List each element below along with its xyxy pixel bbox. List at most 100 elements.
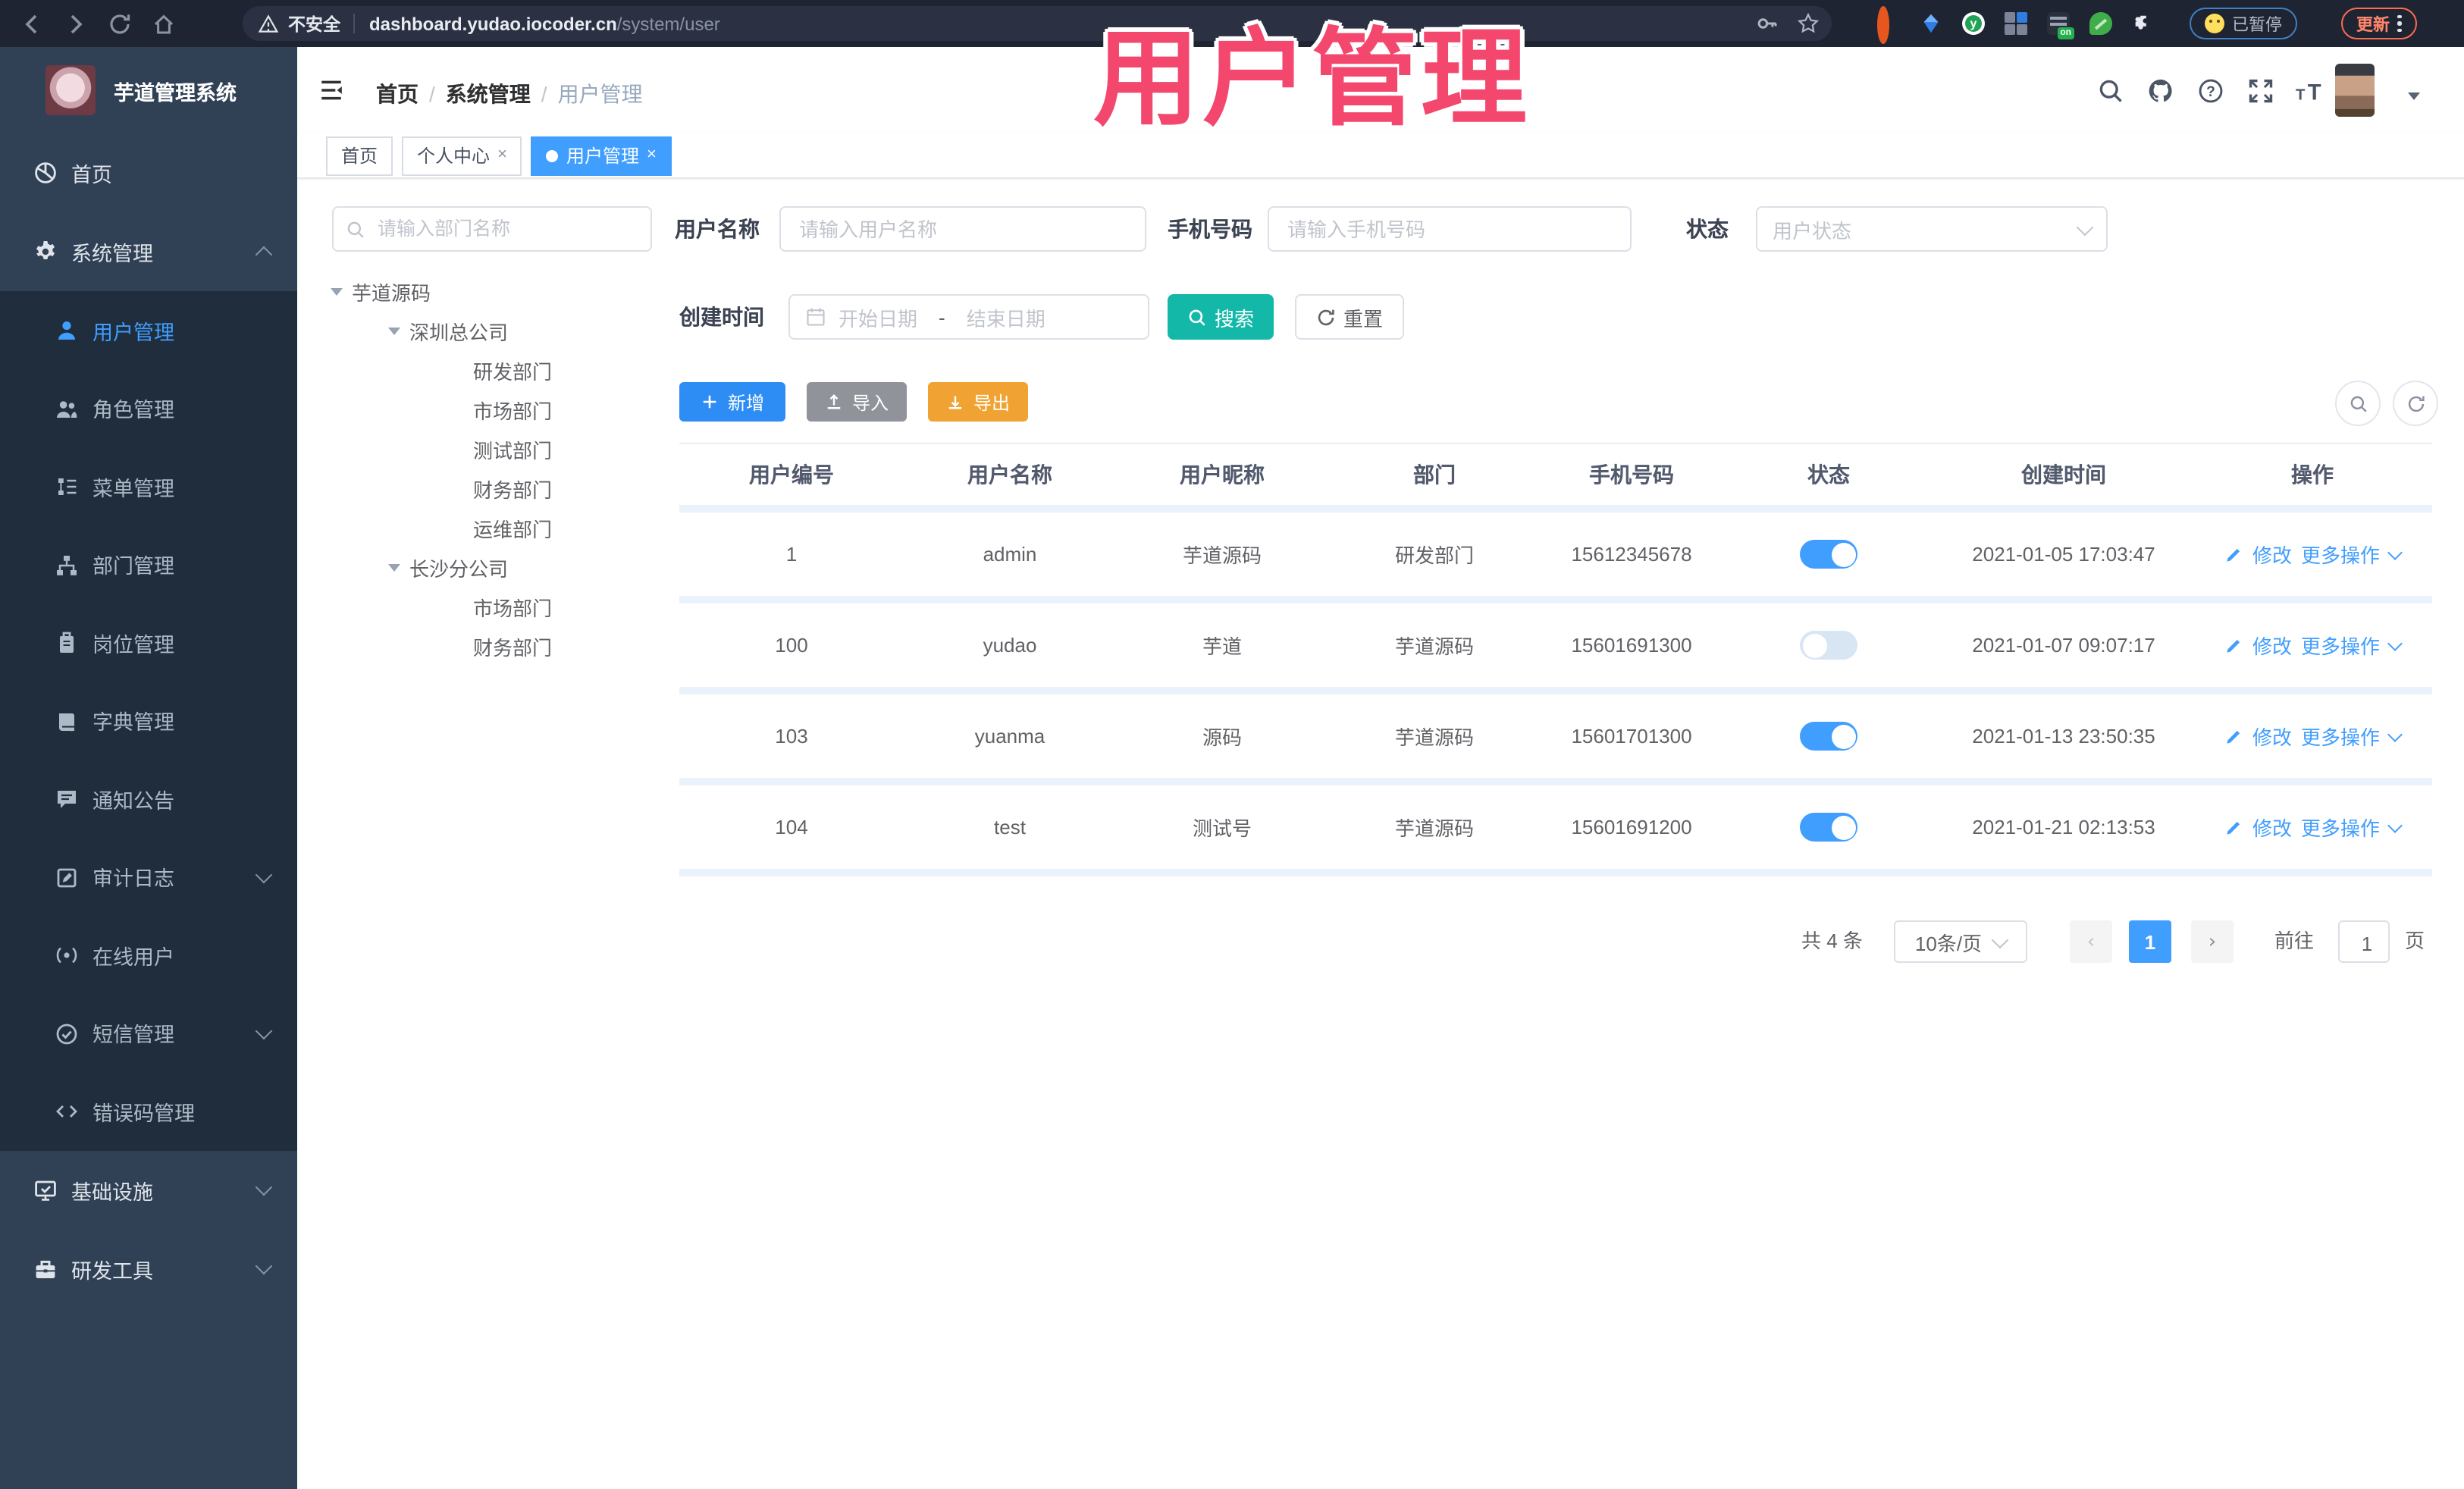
- tree-node-运维部门[interactable]: 运维部门: [321, 508, 655, 547]
- close-icon[interactable]: ×: [647, 146, 657, 164]
- add-button[interactable]: 新增: [679, 382, 785, 422]
- extension-gem-icon[interactable]: [1920, 12, 1942, 35]
- address-bar[interactable]: 不安全 dashboard.yudao.iocoder.cn /system/u…: [243, 6, 1832, 41]
- close-icon[interactable]: ×: [497, 146, 507, 164]
- prev-page-button[interactable]: ‹: [2070, 920, 2112, 963]
- sidebar-item-菜单管理[interactable]: 菜单管理: [0, 447, 297, 525]
- sidebar-item-基础设施[interactable]: 基础设施: [0, 1150, 297, 1229]
- date-end-placeholder[interactable]: 结束日期: [967, 303, 1045, 331]
- sidebar-item-错误码管理[interactable]: 错误码管理: [0, 1072, 297, 1150]
- extension-squares-icon[interactable]: [2005, 12, 2027, 35]
- key-icon[interactable]: [1756, 12, 1779, 35]
- app-title: 芋道管理系统: [114, 81, 237, 104]
- status-select[interactable]: 用户状态: [1756, 206, 2108, 252]
- expand-caret-icon[interactable]: [388, 327, 400, 334]
- tab-个人中心[interactable]: 个人中心 ×: [402, 136, 522, 175]
- back-icon[interactable]: [20, 11, 44, 36]
- breadcrumb-item[interactable]: 系统管理: [446, 82, 531, 106]
- status-toggle[interactable]: [1800, 540, 1857, 569]
- extensions-puzzle-icon[interactable]: [2132, 12, 2155, 35]
- sidebar-item-研发工具[interactable]: 研发工具: [0, 1229, 297, 1308]
- edit-action[interactable]: 修改: [2252, 540, 2292, 569]
- sidebar-logo-row[interactable]: 芋道管理系统: [0, 47, 297, 133]
- more-actions[interactable]: 更多操作: [2301, 540, 2380, 569]
- username-field[interactable]: [779, 206, 1146, 252]
- sidebar-item-字典管理[interactable]: 字典管理: [0, 682, 297, 760]
- github-icon[interactable]: [2147, 77, 2174, 105]
- sidebar-item-系统管理[interactable]: 系统管理: [0, 212, 297, 291]
- tree-node-财务部门[interactable]: 财务部门: [321, 469, 655, 508]
- extension-green-y-icon[interactable]: y: [1962, 12, 1985, 35]
- mobile-input[interactable]: [1284, 216, 1615, 242]
- edit-action[interactable]: 修改: [2252, 631, 2292, 660]
- goto-page-input[interactable]: [2340, 922, 2394, 964]
- sidebar-item-在线用户[interactable]: 在线用户: [0, 916, 297, 994]
- current-page-button[interactable]: 1: [2129, 920, 2171, 963]
- more-actions[interactable]: 更多操作: [2301, 631, 2380, 660]
- tree-node-深圳总公司[interactable]: 深圳总公司: [321, 311, 655, 350]
- expand-caret-icon[interactable]: [388, 563, 400, 571]
- username-input[interactable]: [796, 216, 1130, 242]
- next-page-button[interactable]: ›: [2191, 920, 2234, 963]
- import-button[interactable]: 导入: [807, 382, 907, 422]
- extension-on-badge-icon[interactable]: on: [2047, 12, 2074, 39]
- status-toggle[interactable]: [1800, 631, 1857, 660]
- fullscreen-icon[interactable]: [2247, 77, 2274, 105]
- sidebar-item-用户管理[interactable]: 用户管理: [0, 291, 297, 369]
- refresh-table-icon-button[interactable]: [2393, 381, 2438, 426]
- table-cell: 芋道源码: [1394, 635, 1474, 658]
- tab-用户管理[interactable]: 用户管理 ×: [531, 136, 672, 175]
- sidebar-item-首页[interactable]: 首页: [0, 133, 297, 212]
- reload-icon[interactable]: [108, 11, 132, 36]
- sidebar-item-审计日志[interactable]: 审计日志: [0, 838, 297, 916]
- edit-action[interactable]: 修改: [2252, 722, 2292, 751]
- breadcrumb-item[interactable]: 首页: [376, 82, 419, 106]
- date-start-placeholder[interactable]: 开始日期: [839, 303, 917, 331]
- collapse-sidebar-icon[interactable]: [318, 77, 344, 103]
- extension-orange-icon[interactable]: [1877, 6, 1900, 44]
- toggle-search-icon-button[interactable]: [2335, 381, 2381, 426]
- export-button[interactable]: 导出: [928, 382, 1028, 422]
- browser-menu-icon[interactable]: [2397, 12, 2402, 36]
- search-icon[interactable]: [2097, 77, 2124, 105]
- content: 芋道源码深圳总公司研发部门市场部门测试部门财务部门运维部门长沙分公司市场部门财务…: [297, 180, 2464, 1489]
- tree-node-芋道源码[interactable]: 芋道源码: [321, 271, 655, 311]
- avatar-caret-icon[interactable]: [2408, 92, 2420, 100]
- tab-首页[interactable]: 首页: [326, 136, 393, 175]
- dept-search-box[interactable]: [332, 206, 652, 252]
- mobile-field[interactable]: [1268, 206, 1632, 252]
- tree-node-测试部门[interactable]: 测试部门: [321, 429, 655, 469]
- sidebar-item-短信管理[interactable]: 短信管理: [0, 994, 297, 1072]
- sidebar-item-通知公告[interactable]: 通知公告: [0, 760, 297, 838]
- goto-page-field[interactable]: [2338, 920, 2394, 964]
- home-icon[interactable]: [152, 11, 176, 36]
- column-header: 用户昵称: [1180, 462, 1265, 487]
- page-size-select[interactable]: 10条/页: [1894, 920, 2027, 963]
- more-actions[interactable]: 更多操作: [2301, 813, 2380, 842]
- expand-caret-icon[interactable]: [331, 287, 343, 295]
- user-avatar[interactable]: [2335, 64, 2375, 117]
- tree-node-长沙分公司[interactable]: 长沙分公司: [321, 547, 655, 587]
- status-toggle[interactable]: [1800, 813, 1857, 842]
- tree-node-市场部门[interactable]: 市场部门: [321, 390, 655, 429]
- forward-icon[interactable]: [64, 11, 88, 36]
- sidebar-item-角色管理[interactable]: 角色管理: [0, 369, 297, 447]
- search-button[interactable]: 搜索: [1168, 294, 1274, 340]
- sidebar-item-部门管理[interactable]: 部门管理: [0, 525, 297, 603]
- edit-action[interactable]: 修改: [2252, 813, 2292, 842]
- help-icon[interactable]: ?: [2197, 77, 2224, 105]
- font-size-icon[interactable]: TT: [2296, 77, 2323, 105]
- status-toggle[interactable]: [1800, 722, 1857, 751]
- more-actions[interactable]: 更多操作: [2301, 722, 2380, 751]
- bookmark-star-icon[interactable]: [1797, 12, 1820, 35]
- profile-paused-badge[interactable]: 已暂停: [2190, 8, 2297, 39]
- browser-update-button[interactable]: 更新: [2341, 8, 2417, 39]
- reset-button[interactable]: 重置: [1295, 294, 1404, 340]
- dept-search-input[interactable]: [375, 217, 638, 241]
- sidebar-item-岗位管理[interactable]: 岗位管理: [0, 603, 297, 682]
- tree-node-研发部门[interactable]: 研发部门: [321, 350, 655, 390]
- tree-node-市场部门[interactable]: 市场部门: [321, 587, 655, 626]
- extension-leaf-icon[interactable]: [2089, 12, 2112, 35]
- date-range-field[interactable]: 开始日期 - 结束日期: [788, 294, 1149, 340]
- tree-node-财务部门[interactable]: 财务部门: [321, 626, 655, 666]
